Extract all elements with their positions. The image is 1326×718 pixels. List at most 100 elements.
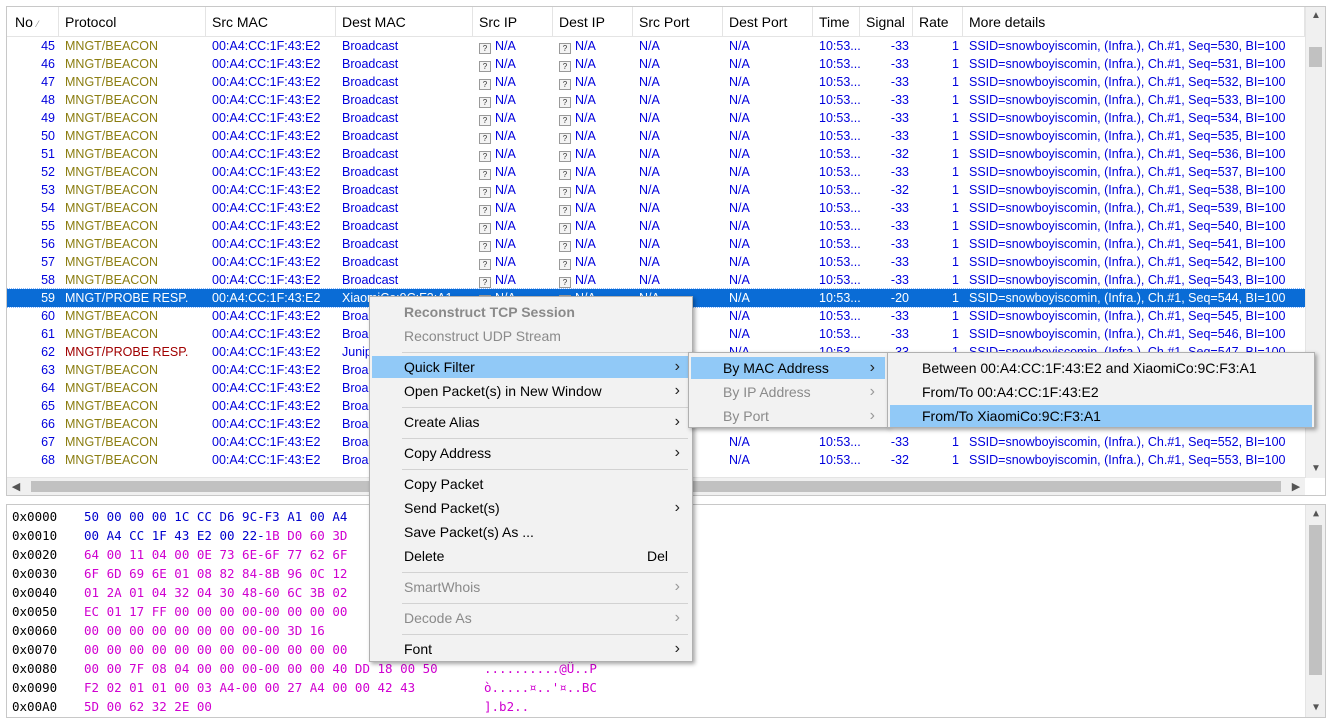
column-header-label: Dest IP [559, 14, 605, 30]
cell-src-ip: ? N/A [473, 109, 553, 127]
menu-item-label: Copy Packet [404, 476, 484, 492]
cell-src-mac: 00:A4:CC:1F:43:E2 [206, 37, 336, 55]
packet-row[interactable]: 58 MNGT/BEACON 00:A4:CC:1F:43:E2 Broadcast?… [7, 271, 1305, 289]
column-header-label: Src IP [479, 14, 518, 30]
packet-row[interactable]: 50 MNGT/BEACON 00:A4:CC:1F:43:E2 Broadcast?… [7, 127, 1305, 145]
cell-text: 00:A4:CC:1F:43:E2 [212, 165, 321, 179]
question-box-icon: ? [479, 151, 491, 162]
hex-bytes: 64 00 11 04 00 0E 73 6E-6F 77 62 6F [84, 545, 347, 564]
cell-text: Broa [342, 363, 369, 377]
packet-row[interactable]: 45 MNGT/BEACON 00:A4:CC:1F:43:E2 Broadcast?… [7, 37, 1305, 55]
question-box-icon: ? [479, 277, 491, 288]
cell-text: 56 [41, 237, 55, 251]
column-header-src-ip[interactable]: Src IP [473, 7, 553, 37]
scroll-down-icon[interactable]: ▼ [1306, 460, 1325, 478]
cell-text: N/A [639, 201, 660, 215]
cell-text: 1 [952, 453, 959, 467]
column-header-dest-ip[interactable]: Dest IP [553, 7, 633, 37]
column-header-signal[interactable]: Signal [860, 7, 913, 37]
column-header-details[interactable]: More details [963, 7, 1305, 37]
menu-item-save-packet-s-as[interactable]: Save Packet(s) As ... [372, 521, 690, 543]
cell-dest-ip: ? N/A [553, 73, 633, 91]
menu-item-from-to-xiaomico-9c-f3-a1[interactable]: From/To XiaomiCo:9C:F3:A1 [890, 405, 1312, 427]
cell-signal: -33 [860, 235, 913, 253]
menu-item-copy-address[interactable]: Copy Address › [372, 442, 690, 464]
cell-dest-port: N/A [723, 163, 813, 181]
column-header-label: Src Port [639, 14, 690, 30]
cell-signal: -33 [860, 217, 913, 235]
menu-item-font[interactable]: Font › [372, 638, 690, 660]
cell-text: MNGT/BEACON [65, 381, 159, 395]
packet-row[interactable]: 56 MNGT/BEACON 00:A4:CC:1F:43:E2 Broadcast?… [7, 235, 1305, 253]
menu-item-delete[interactable]: Delete Del [372, 545, 690, 567]
scroll-right-icon[interactable]: ▶ [1287, 478, 1305, 495]
cell-text: 10:53... [819, 309, 860, 323]
cell-dest-mac: Broadcast [336, 73, 473, 91]
column-header-no[interactable]: No ⁄ [7, 7, 59, 37]
cell-no: 68 [7, 451, 59, 469]
cell-text: N/A [575, 129, 596, 143]
column-header-time[interactable]: Time [813, 7, 860, 37]
menu-item-by-mac-address[interactable]: By MAC Address › [691, 357, 885, 379]
packet-row[interactable]: 57 MNGT/BEACON 00:A4:CC:1F:43:E2 Broadcast?… [7, 253, 1305, 271]
cell-signal: -32 [860, 145, 913, 163]
cell-text: MNGT/BEACON [65, 453, 159, 467]
mac-filter-submenu[interactable]: Between 00:A4:CC:1F:43:E2 and XiaomiCo:9… [887, 352, 1315, 428]
cell-src-ip: ? N/A [473, 145, 553, 163]
cell-text: SSID=snowboyiscomin, (Infra.), Ch.#1, Se… [969, 237, 1286, 251]
cell-text: N/A [575, 57, 596, 71]
scroll-down-icon[interactable]: ▼ [1306, 699, 1325, 717]
menu-item-create-alias[interactable]: Create Alias › [372, 411, 690, 433]
cell-text: SSID=snowboyiscomin, (Infra.), Ch.#1, Se… [969, 165, 1286, 179]
cell-no: 61 [7, 325, 59, 343]
quick-filter-submenu[interactable]: By MAC Address › By IP Address › By Port › [688, 352, 888, 428]
cell-text: -33 [890, 57, 909, 71]
cell-details: SSID=snowboyiscomin, (Infra.), Ch.#1, Se… [963, 199, 1305, 217]
hex-offset: 0x0070 [12, 642, 58, 657]
menu-item-quick-filter[interactable]: Quick Filter › [372, 356, 690, 378]
cell-rate: 1 [913, 289, 963, 307]
cell-text: 1 [952, 39, 959, 53]
packet-row[interactable]: 51 MNGT/BEACON 00:A4:CC:1F:43:E2 Broadcast?… [7, 145, 1305, 163]
scroll-up-icon[interactable]: ▲ [1306, 7, 1325, 25]
packet-row[interactable]: 52 MNGT/BEACON 00:A4:CC:1F:43:E2 Broadcast?… [7, 163, 1305, 181]
packet-row[interactable]: 46 MNGT/BEACON 00:A4:CC:1F:43:E2 Broadcast?… [7, 55, 1305, 73]
cell-text: N/A [729, 93, 750, 107]
menu-item-copy-packet[interactable]: Copy Packet [372, 473, 690, 495]
scrollbar-thumb[interactable] [1309, 525, 1322, 675]
cell-dest-ip: ? N/A [553, 37, 633, 55]
hex-dump-vertical-scrollbar[interactable]: ▲ ▼ [1305, 505, 1325, 717]
cell-text: 10:53... [819, 165, 860, 179]
menu-item-between-00-a4-cc-1f-43-e2-and-xiaomico-9c-f3-a1[interactable]: Between 00:A4:CC:1F:43:E2 and XiaomiCo:9… [890, 357, 1312, 379]
cell-text: SSID=snowboyiscomin, (Infra.), Ch.#1, Se… [969, 435, 1286, 449]
cell-src-port: N/A [633, 217, 723, 235]
column-header-rate[interactable]: Rate [913, 7, 963, 37]
packet-row[interactable]: 55 MNGT/BEACON 00:A4:CC:1F:43:E2 Broadcast?… [7, 217, 1305, 235]
column-header-dest-port[interactable]: Dest Port [723, 7, 813, 37]
scroll-left-icon[interactable]: ◀ [7, 478, 25, 495]
packet-row[interactable]: 54 MNGT/BEACON 00:A4:CC:1F:43:E2 Broadcast?… [7, 199, 1305, 217]
scroll-up-icon[interactable]: ▲ [1306, 505, 1325, 523]
column-header-dest-mac[interactable]: Dest MAC [336, 7, 473, 37]
menu-item-send-packet-s[interactable]: Send Packet(s) › [372, 497, 690, 519]
cell-text: Broa [342, 435, 369, 449]
cell-text: 61 [41, 327, 55, 341]
cell-text: N/A [729, 237, 750, 251]
packet-row[interactable]: 53 MNGT/BEACON 00:A4:CC:1F:43:E2 Broadcast?… [7, 181, 1305, 199]
menu-item-open-packet-s-in-new-window[interactable]: Open Packet(s) in New Window › [372, 380, 690, 402]
cell-dest-mac: Broadcast [336, 199, 473, 217]
packet-row[interactable]: 49 MNGT/BEACON 00:A4:CC:1F:43:E2 Broadcast?… [7, 109, 1305, 127]
scrollbar-thumb[interactable] [1309, 47, 1322, 67]
cell-src-ip: ? N/A [473, 253, 553, 271]
question-box-icon: ? [559, 187, 571, 198]
context-menu[interactable]: Reconstruct TCP Session Reconstruct UDP S… [369, 296, 693, 662]
packet-row[interactable]: 48 MNGT/BEACON 00:A4:CC:1F:43:E2 Broadcast?… [7, 91, 1305, 109]
cell-text: 68 [41, 453, 55, 467]
column-header-src-mac[interactable]: Src MAC [206, 7, 336, 37]
cell-time: 10:53... [813, 73, 860, 91]
column-header-src-port[interactable]: Src Port [633, 7, 723, 37]
packet-row[interactable]: 47 MNGT/BEACON 00:A4:CC:1F:43:E2 Broadcast?… [7, 73, 1305, 91]
cell-text: MNGT/BEACON [65, 363, 159, 377]
menu-item-from-to-00-a4-cc-1f-43-e2[interactable]: From/To 00:A4:CC:1F:43:E2 [890, 381, 1312, 403]
column-header-protocol[interactable]: Protocol [59, 7, 206, 37]
